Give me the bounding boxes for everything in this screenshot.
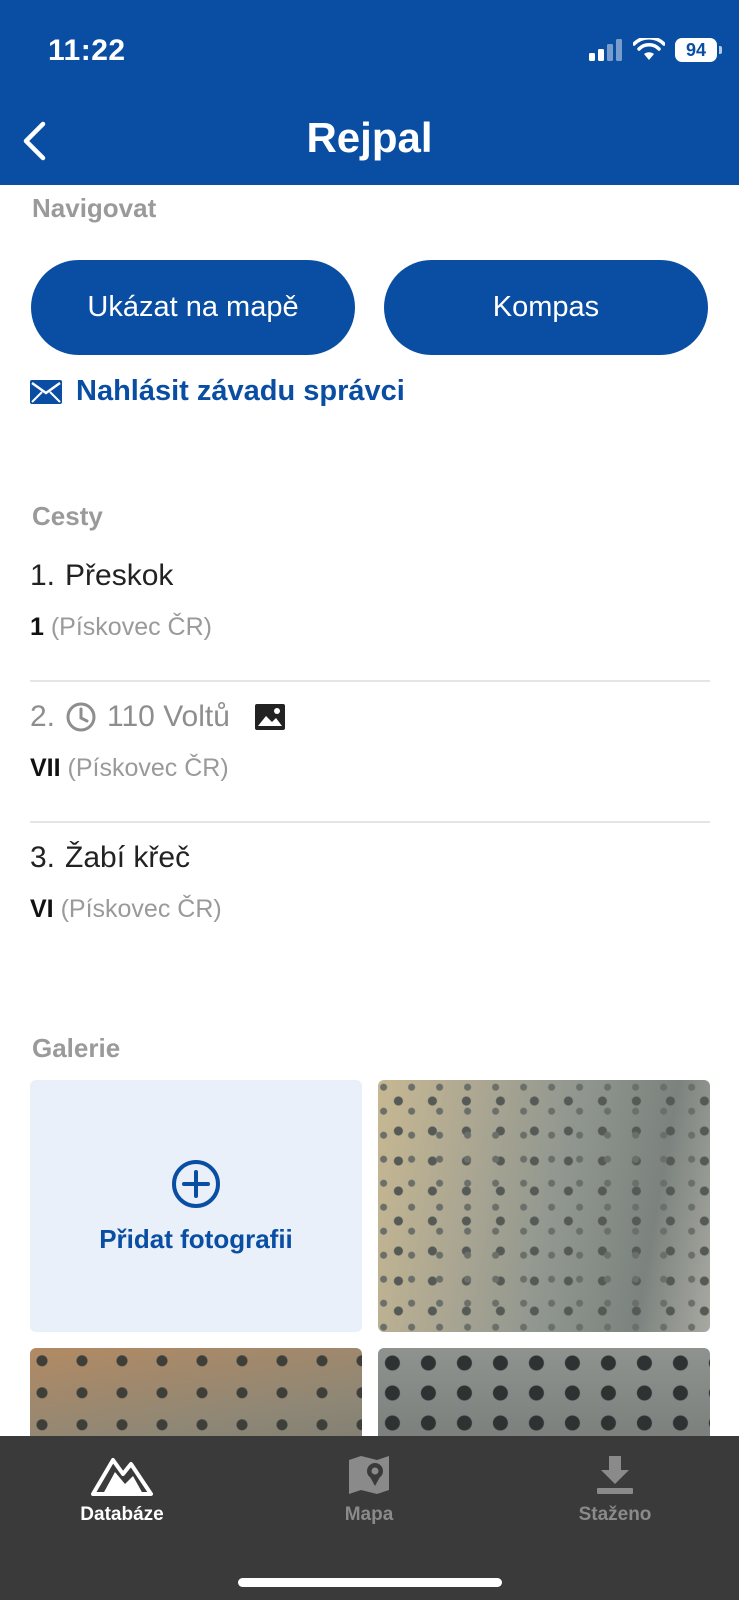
- battery-icon: 94: [675, 38, 722, 62]
- status-icons: 94: [589, 38, 722, 62]
- page-title: Rejpal: [306, 114, 433, 161]
- route-item[interactable]: 2. 110 Voltů VII (Pískovec ČR): [30, 682, 710, 823]
- report-issue-label: Nahlásit závadu správci: [76, 375, 405, 407]
- clock-icon: [66, 702, 96, 732]
- detail-content[interactable]: Navigovat Ukázat na mapě Kompas Nahlásit…: [0, 185, 739, 1436]
- route-number: 2.: [30, 700, 56, 733]
- route-name: Žabí křeč: [65, 841, 191, 874]
- tab-label: Mapa: [344, 1504, 394, 1525]
- mountain-icon: [91, 1458, 153, 1496]
- report-issue-link[interactable]: Nahlásit závadu správci: [30, 375, 405, 408]
- route-grade: 1: [30, 613, 44, 641]
- battery-level: 94: [685, 39, 707, 60]
- route-grade-system: (Pískovec ČR): [50, 613, 212, 641]
- route-title: 2. 110 Voltů: [30, 700, 286, 734]
- route-number: 1.: [30, 559, 56, 592]
- route-item[interactable]: 3. Žabí křeč VI (Pískovec ČR): [30, 823, 710, 964]
- tab-label: Databáze: [80, 1504, 164, 1525]
- bottom-tab-bar: Databáze Mapa Staženo: [0, 1436, 739, 1600]
- show-on-map-button[interactable]: Ukázat na mapě: [31, 260, 355, 355]
- route-title: 3. Žabí křeč: [30, 841, 190, 875]
- route-grade-line: VII (Pískovec ČR): [30, 754, 229, 783]
- gallery-section-label: Galerie: [32, 1033, 121, 1063]
- route-number: 3.: [30, 841, 56, 874]
- photo-icon: [254, 704, 285, 730]
- tab-stazeno[interactable]: Staženo: [535, 1454, 695, 1526]
- gallery-photo[interactable]: [378, 1348, 710, 1436]
- add-photo-button[interactable]: Přidat fotografii: [30, 1080, 362, 1332]
- gallery-photo[interactable]: [30, 1348, 362, 1436]
- gallery-photo[interactable]: [378, 1080, 710, 1332]
- route-grade: VI: [30, 895, 54, 923]
- route-grade-system: (Pískovec ČR): [67, 754, 229, 782]
- route-item[interactable]: 1. Přeskok 1 (Pískovec ČR): [30, 541, 710, 682]
- wifi-icon: [633, 38, 665, 60]
- add-photo-label: Přidat fotografii: [99, 1223, 293, 1254]
- route-grade: VII: [30, 754, 61, 782]
- download-icon: [597, 1456, 633, 1494]
- tab-mapa[interactable]: Mapa: [289, 1454, 449, 1526]
- map-icon: [349, 1456, 389, 1494]
- plus-circle-icon: [172, 1159, 220, 1208]
- route-name: 110 Voltů: [107, 700, 230, 733]
- app-header: 11:22 94 Rejpal: [0, 0, 739, 185]
- route-grade-line: VI (Pískovec ČR): [30, 895, 222, 924]
- routes-section-label: Cesty: [32, 501, 103, 531]
- cellular-signal-icon: [589, 39, 622, 61]
- route-grade-system: (Pískovec ČR): [60, 895, 222, 923]
- envelope-icon: [30, 379, 62, 404]
- status-time: 11:22: [48, 34, 126, 67]
- home-indicator: [238, 1578, 502, 1587]
- route-title: 1. Přeskok: [30, 559, 173, 593]
- compass-button[interactable]: Kompas: [384, 260, 708, 355]
- tab-label: Staženo: [578, 1504, 652, 1525]
- tab-databaze[interactable]: Databáze: [42, 1454, 202, 1526]
- route-name: Přeskok: [65, 559, 174, 592]
- navigate-section-label: Navigovat: [32, 193, 157, 223]
- route-grade-line: 1 (Pískovec ČR): [30, 613, 212, 642]
